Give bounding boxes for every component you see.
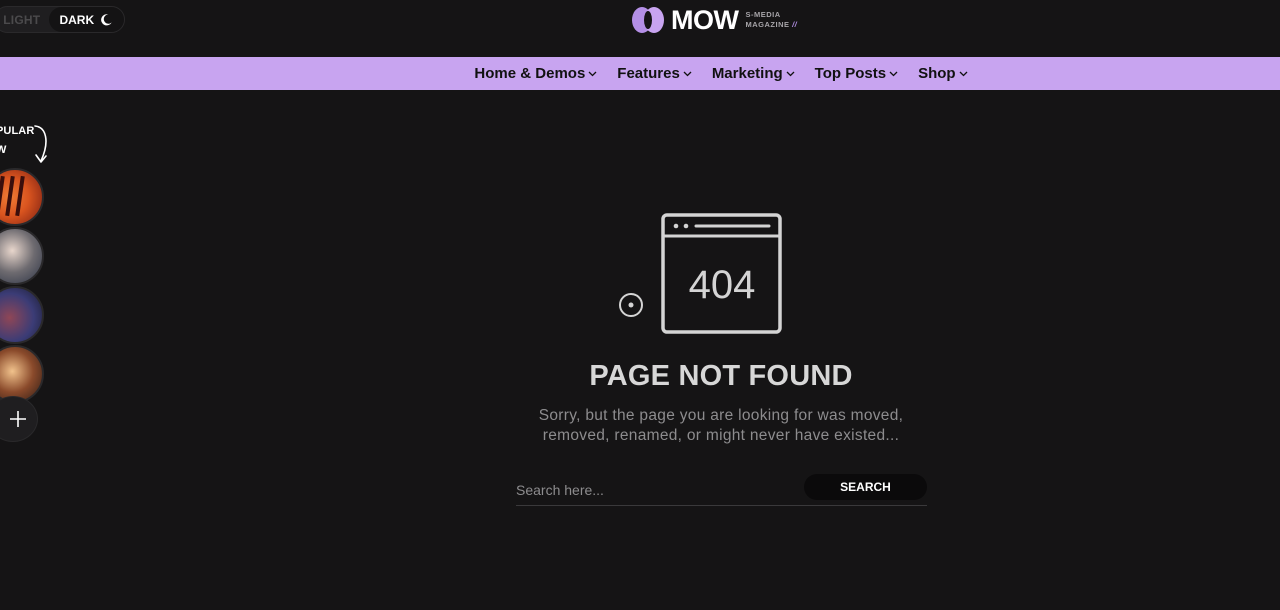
chevron-down-icon	[786, 71, 795, 77]
nav-item-features[interactable]: Features	[617, 65, 692, 82]
logo-tagline-line2: MAGAZINE //	[745, 20, 797, 30]
nav-item-label: Marketing	[711, 65, 783, 82]
nav-item-marketing[interactable]: Marketing	[712, 65, 795, 82]
nav-item-label: Shop	[918, 65, 956, 82]
logo-tagline-word: MAGAZINE	[745, 20, 790, 29]
site-header: LIGHT DARK MOW S-MEDIA MAGAZINE //	[0, 0, 1280, 57]
browser-window-404-icon: 404	[619, 213, 782, 334]
logo-slash: //	[792, 20, 798, 29]
nav-item-top-posts[interactable]: Top Posts	[815, 65, 898, 82]
logo-mark-icon	[632, 7, 664, 33]
chevron-down-icon	[889, 71, 898, 77]
chevron-down-icon	[683, 71, 692, 77]
main-navigation: Home & Demos Features Marketing Top Post…	[0, 57, 1280, 90]
error-message: Sorry, but the page you are looking for …	[538, 407, 904, 444]
error-page: 404 PAGE NOT FOUND Sorry, but the page y…	[0, 90, 1280, 610]
nav-list: Home & Demos Features Marketing Top Post…	[474, 65, 968, 82]
search-form: SEARCH	[516, 474, 927, 506]
nav-item-shop[interactable]: Shop	[918, 65, 968, 82]
moon-icon	[101, 13, 112, 25]
dark-mode-option[interactable]: DARK	[48, 7, 124, 32]
search-button[interactable]: SEARCH	[804, 474, 927, 500]
theme-mode-toggle[interactable]: LIGHT DARK	[0, 6, 125, 33]
chevron-down-icon	[959, 71, 968, 77]
light-mode-option[interactable]: LIGHT	[0, 13, 49, 27]
search-input[interactable]	[516, 476, 804, 503]
nav-item-label: Top Posts	[814, 65, 887, 82]
logo-name: MOW	[671, 4, 739, 35]
nav-item-home-demos[interactable]: Home & Demos	[474, 65, 597, 82]
nav-item-label: Home & Demos	[474, 65, 586, 82]
nav-item-label: Features	[617, 65, 680, 82]
logo-tagline-line1: S-MEDIA	[745, 10, 781, 19]
chevron-down-icon	[588, 71, 597, 77]
error-code: 404	[689, 263, 756, 307]
site-logo[interactable]: MOW S-MEDIA MAGAZINE //	[631, 5, 797, 35]
logo-tagline: S-MEDIA MAGAZINE //	[745, 10, 797, 30]
page-title: PAGE NOT FOUND	[589, 360, 853, 392]
dark-mode-label: DARK	[59, 12, 95, 27]
